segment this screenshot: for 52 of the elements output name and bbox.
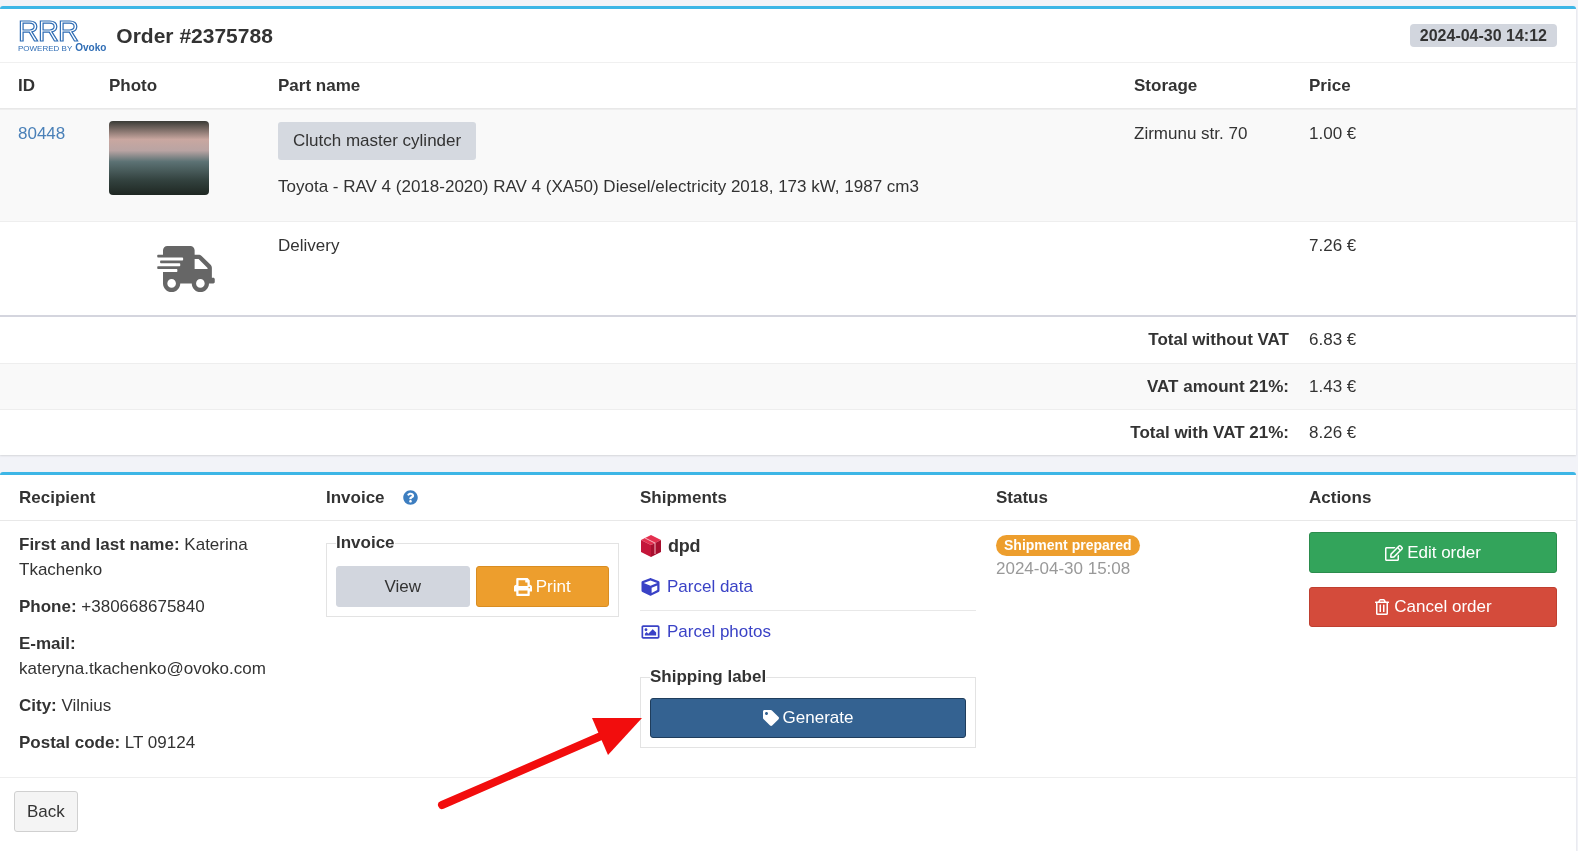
image-icon bbox=[641, 623, 660, 641]
total-label: VAT amount 21%: bbox=[1147, 376, 1289, 397]
column-header: Storage bbox=[1134, 74, 1198, 97]
tag-icon bbox=[762, 710, 779, 726]
recipient-detail: First and last name: Katerina Tkachenko bbox=[19, 534, 249, 581]
column-header: Invoice bbox=[326, 486, 385, 509]
column-header: Price bbox=[1309, 74, 1351, 97]
column-header: Actions bbox=[1309, 486, 1372, 509]
column-header: Status bbox=[996, 486, 1048, 509]
edit-icon bbox=[1385, 543, 1404, 562]
price-value: 1.00 € bbox=[1309, 123, 1357, 145]
delivery-label: Delivery bbox=[278, 235, 340, 257]
total-label: Total with VAT 21%: bbox=[1130, 422, 1289, 443]
part-name-button[interactable]: Clutch master cylinder bbox=[278, 122, 477, 160]
carrier-name: dpd bbox=[668, 535, 701, 557]
printer-icon bbox=[513, 577, 532, 596]
help-icon[interactable] bbox=[402, 490, 418, 505]
price-value: 7.26 € bbox=[1309, 235, 1357, 257]
total-value: 6.83 € bbox=[1309, 330, 1357, 349]
column-header: Shipments bbox=[640, 486, 727, 509]
logo-tagline: POWERED BY bbox=[18, 43, 73, 53]
column-header: Recipient bbox=[19, 486, 96, 509]
recipient-detail: E-mail: kateryna.tkachenko@ovoko.com bbox=[19, 633, 267, 680]
recipient-detail: City: Vilnius bbox=[19, 695, 113, 717]
group-legend: Shipping label bbox=[650, 666, 767, 688]
status-badge: Shipment prepared bbox=[996, 535, 1140, 556]
vehicle-description: Toyota - RAV 4 (2018-2020) RAV 4 (XA50) Diesel/electricity 2018, 173 kW, 1987 cm3 bbox=[278, 176, 919, 198]
recipient-detail: Postal code: LT 09124 bbox=[19, 732, 197, 754]
total-value: 8.26 € bbox=[1309, 422, 1357, 442]
status-date: 2024-04-30 15:08 bbox=[996, 558, 1131, 580]
parcel-photos-link[interactable]: Parcel photos bbox=[641, 620, 771, 644]
column-header: Part name bbox=[278, 74, 361, 97]
back-button[interactable]: Back bbox=[14, 791, 78, 832]
trash-icon bbox=[1374, 599, 1391, 615]
logo-wordmark: RRR bbox=[18, 18, 78, 43]
logo-brand: Ovoko bbox=[75, 42, 107, 53]
column-header: Photo bbox=[109, 74, 158, 97]
column-header: ID bbox=[18, 74, 35, 97]
total-value: 1.43 € bbox=[1309, 376, 1357, 396]
generate-button[interactable]: Generate bbox=[650, 698, 966, 738]
created-date: 2024-04-30 14:12 bbox=[1409, 24, 1557, 47]
parcel-data-link[interactable]: Parcel data bbox=[641, 575, 753, 599]
cancel-order-button[interactable]: Cancel order bbox=[1309, 587, 1557, 627]
part-id-link[interactable]: 80448 bbox=[18, 122, 66, 146]
total-label: Total without VAT bbox=[1148, 330, 1289, 350]
parcel-box-icon bbox=[640, 534, 662, 558]
order-title: Order #2375788 bbox=[116, 22, 273, 49]
recipient-detail: Phone: +380668675840 bbox=[19, 596, 206, 618]
view-button[interactable]: View bbox=[336, 566, 470, 607]
group-legend: Invoice bbox=[336, 532, 395, 554]
storage-location: Zirmunu str. 70 bbox=[1134, 123, 1248, 145]
cube-icon bbox=[641, 578, 660, 596]
